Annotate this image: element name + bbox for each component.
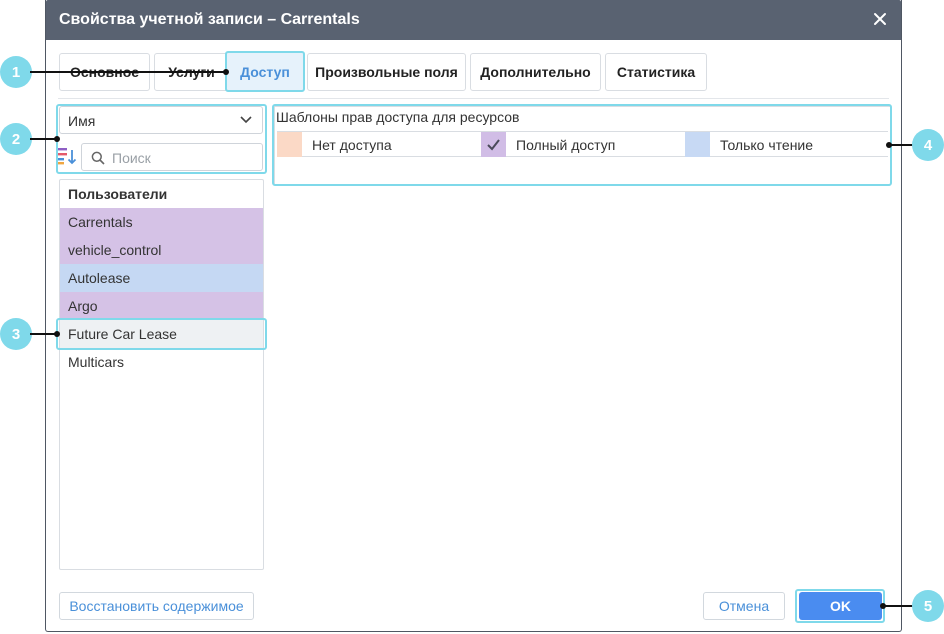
callout-1-line xyxy=(30,71,226,73)
dialog-titlebar: Свойства учетной записи – Carrentals xyxy=(46,0,901,40)
dialog-title: Свойства учетной записи – Carrentals xyxy=(59,11,360,28)
highlight-templates xyxy=(272,104,892,186)
user-name: Autolease xyxy=(68,270,131,286)
callout-2: 2 xyxy=(0,123,32,155)
tab-custom-fields[interactable]: Произвольные поля xyxy=(307,53,466,91)
callout-2-dot xyxy=(54,136,60,142)
user-name: Argo xyxy=(68,298,98,314)
list-item[interactable]: Multicars xyxy=(60,348,263,376)
tab-statistics[interactable]: Статистика xyxy=(605,53,707,91)
screen: Свойства учетной записи – Carrentals Осн… xyxy=(0,0,944,634)
user-list-header: Пользователи xyxy=(68,186,168,202)
tab-statistics-label: Статистика xyxy=(616,64,696,80)
callout-4-line xyxy=(889,144,914,146)
callout-3-line xyxy=(30,333,57,335)
tab-custom-fields-label: Произвольные поля xyxy=(315,64,458,80)
list-item[interactable]: Carrentals xyxy=(60,208,263,236)
callout-3: 3 xyxy=(0,318,32,350)
list-item[interactable]: Autolease xyxy=(60,264,263,292)
tab-access-label: Доступ xyxy=(240,63,290,80)
list-item[interactable]: vehicle_control xyxy=(60,236,263,264)
tab-advanced-label: Дополнительно xyxy=(480,64,591,80)
tab-advanced[interactable]: Дополнительно xyxy=(470,53,601,91)
callout-1: 1 xyxy=(0,56,32,88)
cancel-button[interactable]: Отмена xyxy=(703,592,785,620)
close-icon[interactable] xyxy=(871,10,889,28)
tab-access[interactable]: Доступ xyxy=(225,51,305,92)
account-properties-dialog: Свойства учетной записи – Carrentals Осн… xyxy=(45,0,902,632)
callout-3-dot xyxy=(54,331,60,337)
callout-1-dot xyxy=(223,69,229,75)
user-name: vehicle_control xyxy=(68,242,162,258)
user-list: Пользователи Carrentals vehicle_control … xyxy=(59,179,264,570)
callout-5-line xyxy=(883,605,914,607)
callout-4: 4 xyxy=(912,129,944,161)
highlight-ok xyxy=(795,589,885,623)
user-name: Carrentals xyxy=(68,214,133,230)
highlight-selected-user xyxy=(56,318,267,350)
highlight-filter xyxy=(56,104,267,174)
callout-5: 5 xyxy=(912,590,944,622)
user-name: Multicars xyxy=(68,354,125,370)
list-item[interactable]: Argo xyxy=(60,292,263,320)
tabs-divider xyxy=(58,98,889,99)
callout-2-line xyxy=(30,138,57,140)
restore-button[interactable]: Восстановить содержимое xyxy=(59,592,254,620)
